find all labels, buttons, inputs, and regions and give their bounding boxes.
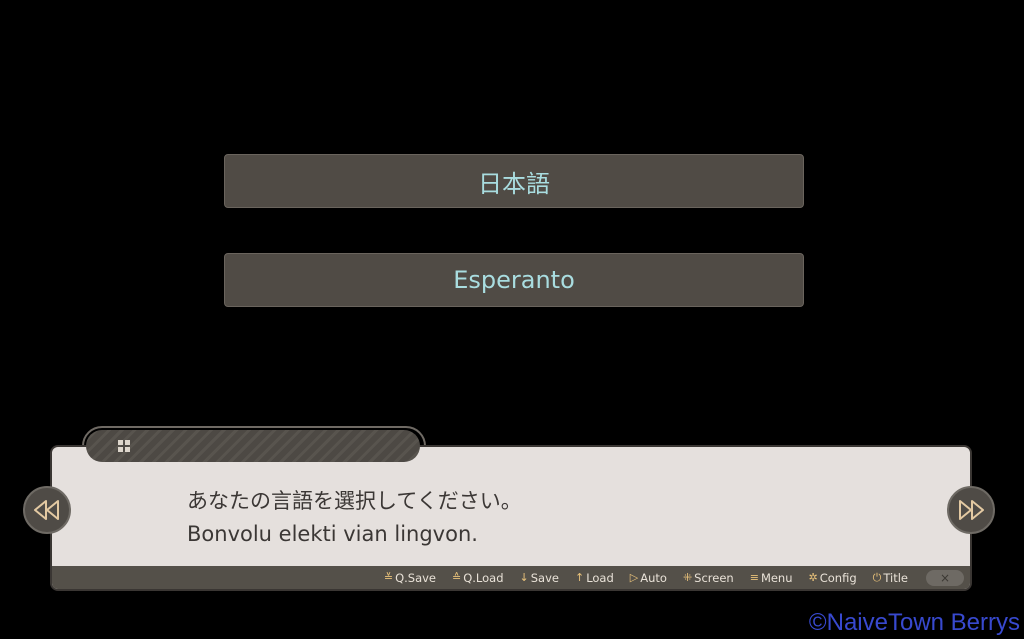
close-icon: × [939, 570, 951, 585]
game-screen: 日本語 Esperanto あなたの言語を選択してください。 Bonvolu e… [0, 0, 1024, 639]
hide-window-button[interactable]: × [926, 569, 964, 586]
load-label: Load [586, 570, 614, 585]
double-chevron-down-icon: ≚ [383, 571, 394, 584]
grid-icon [118, 440, 130, 452]
qsave-button[interactable]: ≚ Q.Save [384, 571, 436, 585]
menu-label: Menu [760, 570, 793, 585]
fast-forward-icon [959, 500, 984, 520]
save-label: Save [530, 570, 559, 585]
menu-button[interactable]: ≡ Menu [750, 571, 793, 585]
save-button[interactable]: ↓ Save [520, 571, 559, 585]
title-label: Title [883, 570, 908, 585]
message-window[interactable]: あなたの言語を選択してください。 Bonvolu elekti vian lin… [50, 445, 972, 591]
arrow-up-icon: ↑ [574, 571, 585, 584]
name-tab [86, 430, 420, 462]
arrow-down-icon: ↓ [519, 571, 529, 584]
skip-forward-button[interactable] [947, 486, 995, 534]
copyright-watermark: ©NaiveTown Berrys [808, 609, 1020, 636]
config-label: Config [819, 570, 857, 585]
message-text: あなたの言語を選択してください。 Bonvolu elekti vian lin… [187, 485, 522, 551]
load-button[interactable]: ↑ Load [575, 571, 614, 585]
double-chevron-up-icon: ≙ [452, 571, 462, 584]
rewind-icon [34, 500, 59, 520]
message-line-japanese: あなたの言語を選択してください。 [187, 489, 522, 513]
screen-button[interactable]: ⁜ Screen [683, 571, 734, 585]
power-icon: ⏻ [872, 570, 882, 584]
qload-label: Q.Load [463, 570, 504, 585]
gear-icon: ✲ [808, 571, 818, 584]
screen-icon: ⁜ [682, 571, 693, 584]
message-line-esperanto: Bonvolu elekti vian lingvon. [187, 522, 478, 546]
quick-menu-bar: ≚ Q.Save ≙ Q.Load ↓ Save ↑ Load ▷ Auto ⁜… [52, 566, 970, 589]
auto-button[interactable]: ▷ Auto [630, 571, 667, 585]
qload-button[interactable]: ≙ Q.Load [452, 571, 504, 585]
title-button[interactable]: ⏻ Title [873, 571, 908, 585]
qsave-label: Q.Save [395, 570, 436, 585]
play-icon: ▷ [629, 571, 639, 584]
choice-japanese-button[interactable]: 日本語 [224, 154, 804, 208]
rewind-button[interactable] [23, 486, 71, 534]
config-button[interactable]: ✲ Config [809, 571, 857, 585]
auto-label: Auto [640, 570, 667, 585]
screen-label: Screen [694, 570, 734, 585]
choice-esperanto-button[interactable]: Esperanto [224, 253, 804, 307]
hamburger-icon: ≡ [749, 571, 759, 584]
